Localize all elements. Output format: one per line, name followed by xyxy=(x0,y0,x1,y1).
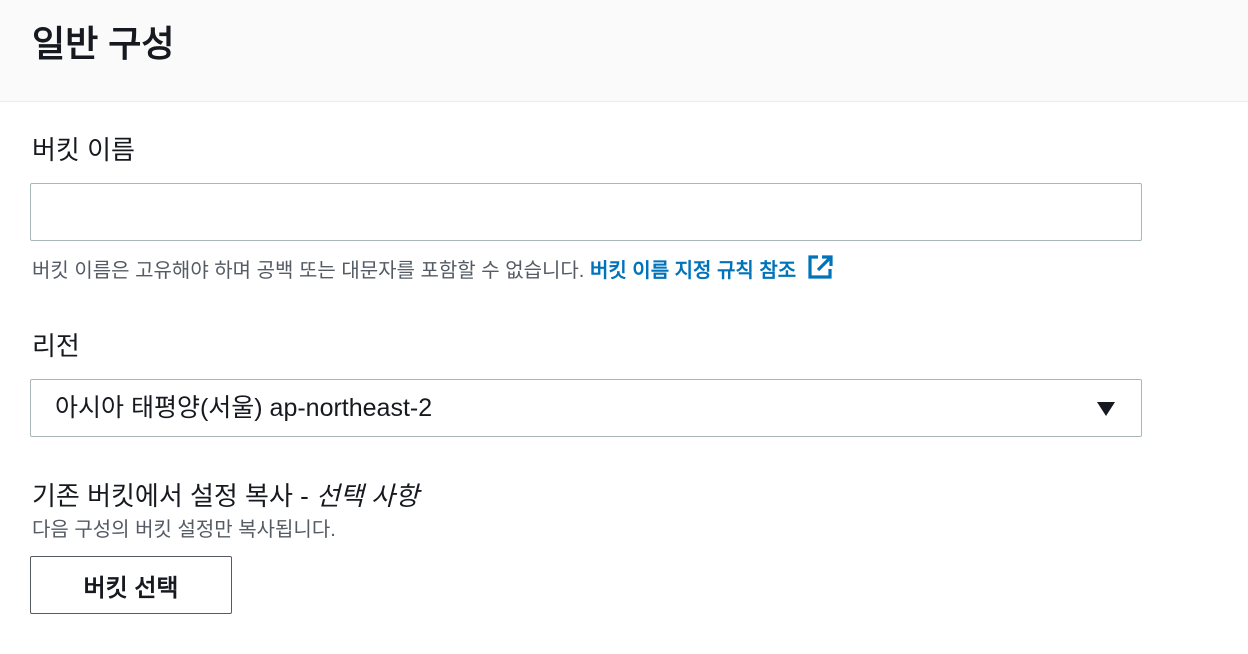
copy-settings-label: 기존 버킷에서 설정 복사 - 선택 사항 xyxy=(32,478,419,514)
bucket-name-label: 버킷 이름 xyxy=(32,135,135,165)
section-header: 일반 구성 xyxy=(0,0,1248,102)
region-select[interactable]: 아시아 태평양(서울) ap-northeast-2 xyxy=(30,379,1142,437)
optional-tag: 선택 사항 xyxy=(315,481,419,511)
copy-settings-hint: 다음 구성의 버킷 설정만 복사됩니다. xyxy=(32,519,336,541)
caret-down-icon xyxy=(1097,402,1115,416)
bucket-name-hint: 버킷 이름은 고유해야 하며 공백 또는 대문자를 포함할 수 없습니다. 버킷… xyxy=(32,254,834,285)
copy-settings-label-text: 기존 버킷에서 설정 복사 - xyxy=(32,481,316,511)
bucket-naming-rules-link[interactable]: 버킷 이름 지정 규칙 참조 xyxy=(589,255,834,282)
section-title: 일반 구성 xyxy=(32,23,175,64)
bucket-naming-rules-link-label: 버킷 이름 지정 규칙 참조 xyxy=(589,260,797,282)
external-link-icon xyxy=(808,255,833,279)
region-label: 리전 xyxy=(32,331,80,361)
bucket-name-hint-text: 버킷 이름은 고유해야 하며 공백 또는 대문자를 포함할 수 없습니다. xyxy=(32,260,585,282)
region-selected-value: 아시아 태평양(서울) ap-northeast-2 xyxy=(55,394,433,422)
choose-bucket-button[interactable]: 버킷 선택 xyxy=(30,556,232,614)
bucket-name-input[interactable] xyxy=(30,183,1142,241)
